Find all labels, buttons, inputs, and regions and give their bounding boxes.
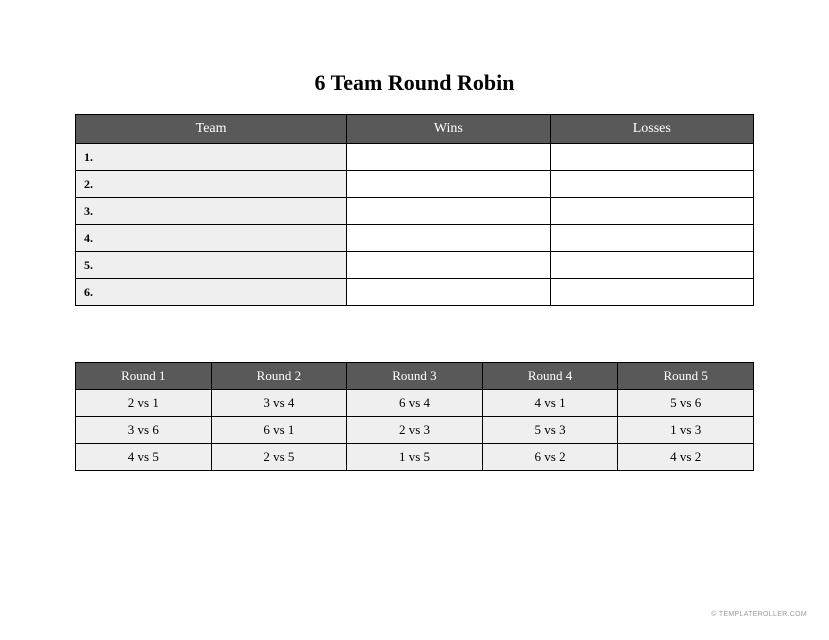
matchup-cell: 5 vs 3 (482, 417, 618, 444)
standings-row: 5. (76, 252, 754, 279)
schedule-header: Round 5 (618, 363, 754, 390)
losses-cell (550, 171, 753, 198)
matchup-cell: 3 vs 4 (211, 390, 347, 417)
losses-cell (550, 225, 753, 252)
standings-header-wins: Wins (347, 115, 550, 144)
matchup-cell: 5 vs 6 (618, 390, 754, 417)
losses-cell (550, 144, 753, 171)
matchup-cell: 1 vs 3 (618, 417, 754, 444)
standings-row: 3. (76, 198, 754, 225)
page-title: 6 Team Round Robin (75, 70, 754, 96)
footer-credit: © TEMPLATEROLLER.COM (711, 611, 807, 618)
schedule-header: Round 4 (482, 363, 618, 390)
standings-table: Team Wins Losses 1. 2. 3. 4. (75, 114, 754, 306)
standings-row: 2. (76, 171, 754, 198)
standings-row: 1. (76, 144, 754, 171)
standings-row: 4. (76, 225, 754, 252)
standings-header-losses: Losses (550, 115, 753, 144)
matchup-cell: 1 vs 5 (347, 444, 483, 471)
matchup-cell: 6 vs 2 (482, 444, 618, 471)
wins-cell (347, 252, 550, 279)
wins-cell (347, 225, 550, 252)
schedule-table: Round 1 Round 2 Round 3 Round 4 Round 5 … (75, 362, 754, 471)
wins-cell (347, 171, 550, 198)
schedule-row: 2 vs 1 3 vs 4 6 vs 4 4 vs 1 5 vs 6 (76, 390, 754, 417)
wins-cell (347, 144, 550, 171)
matchup-cell: 2 vs 3 (347, 417, 483, 444)
losses-cell (550, 279, 753, 306)
wins-cell (347, 279, 550, 306)
schedule-header: Round 1 (76, 363, 212, 390)
matchup-cell: 6 vs 1 (211, 417, 347, 444)
team-label: 2. (76, 171, 347, 198)
matchup-cell: 3 vs 6 (76, 417, 212, 444)
schedule-header: Round 3 (347, 363, 483, 390)
matchup-cell: 4 vs 2 (618, 444, 754, 471)
losses-cell (550, 198, 753, 225)
team-label: 5. (76, 252, 347, 279)
schedule-row: 3 vs 6 6 vs 1 2 vs 3 5 vs 3 1 vs 3 (76, 417, 754, 444)
team-label: 6. (76, 279, 347, 306)
matchup-cell: 2 vs 1 (76, 390, 212, 417)
schedule-header: Round 2 (211, 363, 347, 390)
schedule-row: 4 vs 5 2 vs 5 1 vs 5 6 vs 2 4 vs 2 (76, 444, 754, 471)
standings-header-team: Team (76, 115, 347, 144)
matchup-cell: 6 vs 4 (347, 390, 483, 417)
team-label: 3. (76, 198, 347, 225)
matchup-cell: 4 vs 1 (482, 390, 618, 417)
wins-cell (347, 198, 550, 225)
team-label: 4. (76, 225, 347, 252)
standings-row: 6. (76, 279, 754, 306)
matchup-cell: 4 vs 5 (76, 444, 212, 471)
matchup-cell: 2 vs 5 (211, 444, 347, 471)
team-label: 1. (76, 144, 347, 171)
losses-cell (550, 252, 753, 279)
